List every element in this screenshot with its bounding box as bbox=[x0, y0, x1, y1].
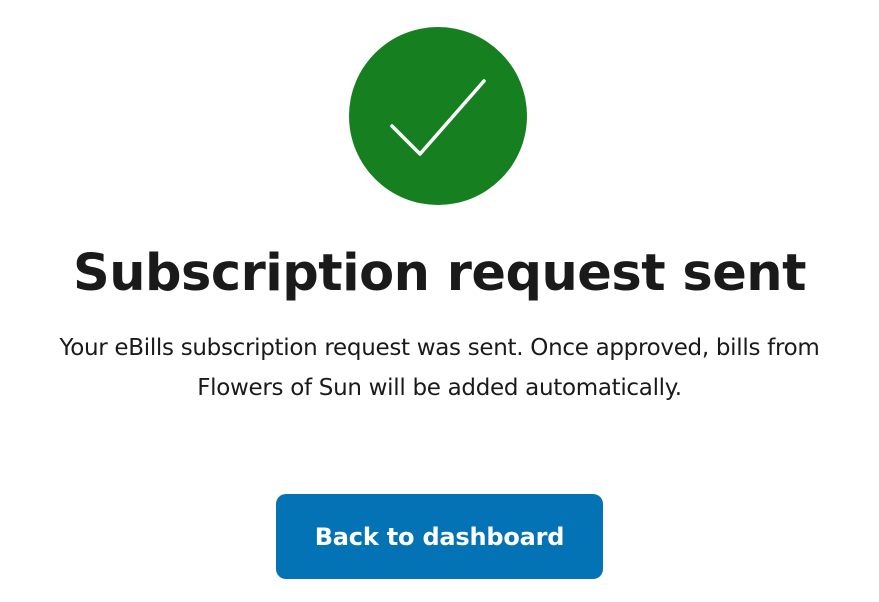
checkmark-icon bbox=[390, 79, 486, 156]
confirmation-message-line-2: Flowers of Sun will be added automatical… bbox=[197, 375, 682, 401]
confirmation-message-line-1: Your eBills subscription request was sen… bbox=[59, 335, 820, 361]
page-title: Subscription request sent bbox=[72, 244, 807, 303]
confirmation-screen: Subscription request sent Your eBills su… bbox=[0, 0, 879, 602]
confirmation-message: Your eBills subscription request was sen… bbox=[0, 328, 879, 408]
back-to-dashboard-button[interactable]: Back to dashboard bbox=[276, 494, 603, 579]
success-badge bbox=[349, 27, 527, 205]
